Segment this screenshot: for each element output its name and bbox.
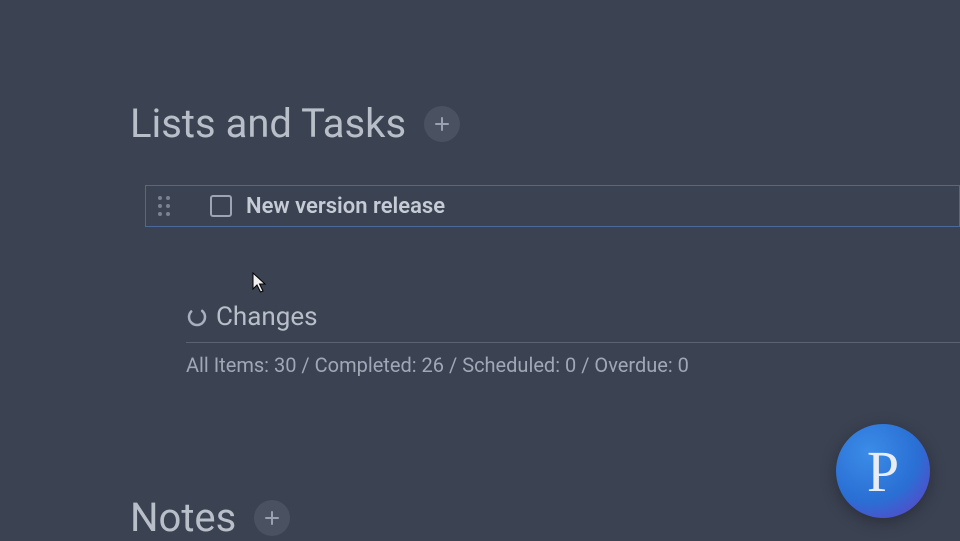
notes-section-header: Notes <box>130 494 290 541</box>
sublist-title: Changes <box>216 302 318 332</box>
task-title: New version release <box>246 194 445 219</box>
lists-tasks-section: Lists and Tasks <box>130 100 460 147</box>
divider <box>186 342 960 343</box>
sublist-changes: Changes All Items: 30 / Completed: 26 / … <box>186 302 960 377</box>
logo-letter: P <box>867 438 899 505</box>
add-note-button[interactable] <box>254 500 290 536</box>
notes-section-title: Notes <box>130 494 236 541</box>
cursor-icon <box>252 272 272 296</box>
plus-icon <box>264 510 280 526</box>
lists-section-title: Lists and Tasks <box>130 100 406 147</box>
drag-handle-icon[interactable] <box>158 196 170 216</box>
app-logo[interactable]: P <box>836 424 930 518</box>
loading-icon <box>186 306 208 328</box>
add-list-button[interactable] <box>424 106 460 142</box>
task-row[interactable]: New version release <box>145 185 960 227</box>
lists-section-header: Lists and Tasks <box>130 100 460 147</box>
task-checkbox[interactable] <box>210 195 232 217</box>
notes-section: Notes <box>130 494 290 541</box>
sublist-header[interactable]: Changes <box>186 302 960 342</box>
plus-icon <box>434 116 450 132</box>
sublist-stats: All Items: 30 / Completed: 26 / Schedule… <box>186 353 960 377</box>
